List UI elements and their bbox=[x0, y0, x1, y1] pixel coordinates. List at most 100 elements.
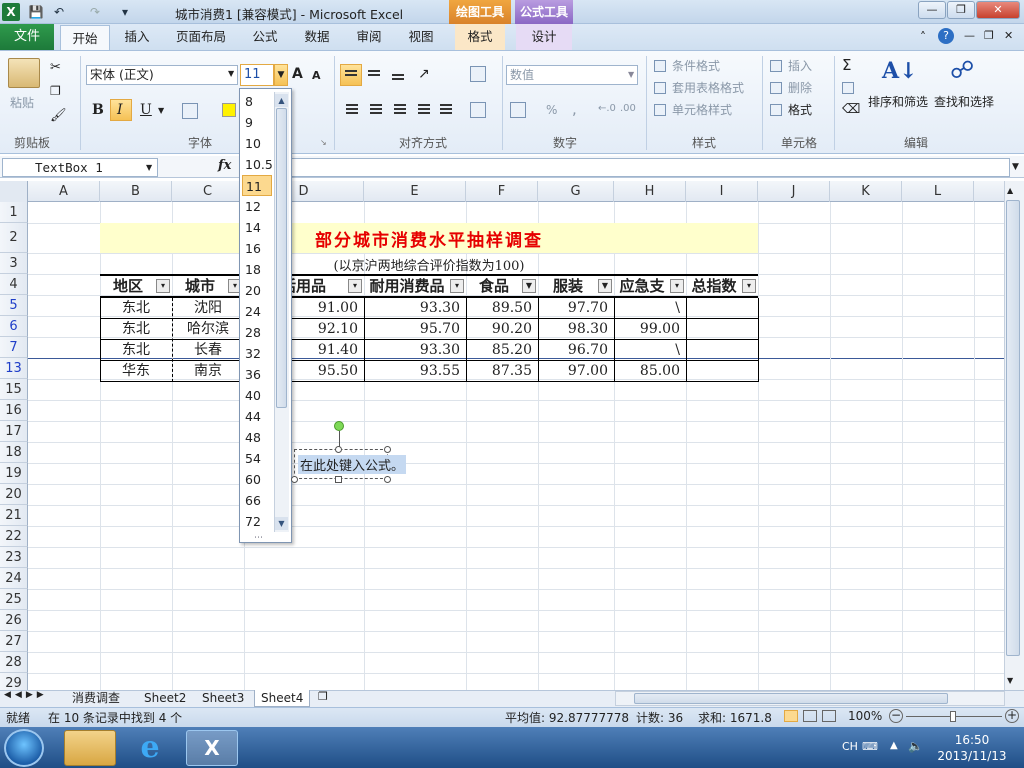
row-header[interactable]: 27 bbox=[0, 631, 28, 652]
expand-formula-bar-icon[interactable]: ▼ bbox=[1012, 162, 1019, 172]
font-size-option[interactable]: 18 bbox=[242, 259, 272, 280]
table-cell-city[interactable]: 长春 bbox=[172, 340, 244, 361]
name-box-dropdown-icon[interactable]: ▼ bbox=[146, 163, 152, 172]
cell-styles-button[interactable]: 单元格样式 bbox=[672, 101, 732, 118]
font-size-option[interactable]: 54 bbox=[242, 448, 272, 469]
excel-taskbar-icon[interactable]: X bbox=[186, 730, 238, 766]
table-cell-region[interactable]: 东北 bbox=[100, 340, 172, 361]
format-cells-button[interactable]: 格式 bbox=[788, 101, 812, 118]
conditional-format-button[interactable]: 条件格式 bbox=[672, 57, 720, 74]
sort-filter-button[interactable]: 排序和筛选 bbox=[868, 93, 928, 110]
horizontal-scroll-thumb[interactable] bbox=[634, 693, 948, 704]
table-header-cell[interactable]: 地区 bbox=[100, 275, 156, 297]
table-header-cell[interactable]: 食品 bbox=[466, 275, 522, 297]
font-size-option[interactable]: 32 bbox=[242, 343, 272, 364]
sheet-tab-sheet2[interactable]: Sheet2 bbox=[138, 690, 192, 707]
comma-button[interactable]: , bbox=[572, 100, 577, 118]
underline-button[interactable]: U bbox=[140, 102, 152, 118]
column-header[interactable]: J bbox=[758, 181, 830, 202]
row-header[interactable]: 28 bbox=[0, 652, 28, 673]
tab-review[interactable]: 审阅 bbox=[350, 24, 388, 50]
explorer-taskbar-icon[interactable] bbox=[64, 730, 116, 766]
column-header[interactable]: H bbox=[614, 181, 686, 202]
table-cell-e[interactable]: 93.30 bbox=[364, 340, 466, 361]
table-header-cell[interactable]: 耐用消费品 bbox=[364, 275, 450, 297]
row-header[interactable]: 18 bbox=[0, 442, 28, 463]
row-header[interactable]: 26 bbox=[0, 610, 28, 631]
format-cells-icon[interactable] bbox=[770, 102, 782, 116]
fill-color-icon[interactable] bbox=[222, 103, 236, 117]
filter-dropdown-icon[interactable]: ▼ bbox=[598, 279, 612, 293]
insert-cells-icon[interactable] bbox=[770, 58, 782, 72]
restore-button[interactable]: ❐ bbox=[947, 1, 975, 19]
autosum-button[interactable]: Σ bbox=[842, 56, 851, 74]
table-cell-g[interactable]: 97.00 bbox=[538, 361, 614, 382]
shrink-font-button[interactable]: A bbox=[312, 69, 321, 82]
zoom-out-icon[interactable]: − bbox=[889, 709, 903, 723]
decrease-indent-icon[interactable] bbox=[418, 104, 430, 106]
row-header[interactable]: 22 bbox=[0, 526, 28, 547]
windows-start-icon[interactable] bbox=[4, 729, 44, 767]
font-size-option[interactable]: 9 bbox=[242, 112, 272, 133]
format-painter-icon[interactable]: 🖌 bbox=[50, 108, 67, 123]
scroll-up-icon[interactable]: ▲ bbox=[275, 94, 288, 107]
filter-dropdown-icon[interactable]: ▾ bbox=[450, 279, 464, 293]
orientation-icon[interactable]: ↗ bbox=[418, 66, 430, 82]
insert-sheet-icon[interactable]: ❐ bbox=[318, 690, 336, 706]
row-header[interactable]: 1 bbox=[0, 202, 28, 223]
sheet-tab-sheet4[interactable]: Sheet4 bbox=[254, 690, 311, 707]
table-cell-h[interactable]: \ bbox=[614, 340, 686, 361]
increase-indent-icon[interactable] bbox=[440, 104, 452, 106]
font-size-option[interactable]: 11 bbox=[242, 175, 272, 196]
table-cell-city[interactable]: 南京 bbox=[172, 361, 244, 382]
column-header[interactable]: E bbox=[364, 181, 466, 202]
scroll-up-icon[interactable]: ▲ bbox=[1007, 186, 1013, 195]
delete-cells-icon[interactable] bbox=[770, 80, 782, 94]
collapse-ribbon-icon[interactable]: ˄ bbox=[920, 30, 926, 44]
paste-icon[interactable] bbox=[8, 58, 40, 88]
font-size-option[interactable]: 72 bbox=[242, 511, 272, 532]
font-size-scroll-thumb[interactable] bbox=[276, 108, 287, 408]
keyboard-icon[interactable]: ⌨ bbox=[862, 740, 878, 753]
font-name-combo[interactable]: 宋体 (正文) bbox=[86, 65, 238, 85]
font-size-input[interactable]: 11 bbox=[240, 64, 274, 86]
row-header[interactable]: 6 bbox=[0, 316, 28, 337]
table-cell-i[interactable] bbox=[686, 298, 758, 319]
align-right-icon[interactable] bbox=[394, 104, 406, 106]
row-header[interactable]: 7 bbox=[0, 337, 28, 358]
font-size-option[interactable]: 8 bbox=[242, 91, 272, 112]
tray-expand-icon[interactable]: ▲ bbox=[890, 740, 898, 751]
font-name-dropdown-icon[interactable]: ▼ bbox=[228, 69, 234, 78]
row-header[interactable]: 2 bbox=[0, 223, 28, 253]
format-as-table-icon[interactable] bbox=[654, 80, 666, 94]
table-cell-f[interactable]: 85.20 bbox=[466, 340, 538, 361]
workbook-minimize-icon[interactable]: — bbox=[964, 29, 975, 42]
font-size-option[interactable]: 10 bbox=[242, 133, 272, 154]
tab-file[interactable]: 文件 bbox=[0, 24, 54, 50]
workbook-restore-icon[interactable]: ❐ bbox=[984, 29, 994, 42]
row-header[interactable]: 24 bbox=[0, 568, 28, 589]
excel-app-icon[interactable]: X bbox=[2, 3, 20, 21]
resize-handle[interactable] bbox=[384, 476, 391, 483]
scroll-down-icon[interactable]: ▼ bbox=[275, 517, 288, 530]
table-cell-g[interactable]: 97.70 bbox=[538, 298, 614, 319]
font-size-option[interactable]: 12 bbox=[242, 196, 272, 217]
filter-dropdown-icon[interactable]: ▾ bbox=[742, 279, 756, 293]
font-size-dropdown-icon[interactable]: ▼ bbox=[274, 64, 288, 86]
font-size-option[interactable]: 66 bbox=[242, 490, 272, 511]
table-cell-f[interactable]: 87.35 bbox=[466, 361, 538, 382]
tab-data[interactable]: 数据 bbox=[298, 24, 336, 50]
table-cell-region[interactable]: 东北 bbox=[100, 298, 172, 319]
font-size-option[interactable]: 14 bbox=[242, 217, 272, 238]
insert-function-button[interactable]: fx bbox=[218, 158, 231, 173]
column-header[interactable]: G bbox=[538, 181, 614, 202]
wrap-text-icon[interactable] bbox=[470, 66, 486, 82]
align-bottom-icon[interactable] bbox=[392, 74, 404, 76]
sheet-title[interactable]: 部分城市消费水平抽样调查 bbox=[100, 226, 758, 251]
table-cell-g[interactable]: 96.70 bbox=[538, 340, 614, 361]
italic-button[interactable]: I bbox=[117, 102, 123, 118]
table-header-cell[interactable]: 服装 bbox=[538, 275, 598, 297]
table-cell-region[interactable]: 东北 bbox=[100, 319, 172, 340]
table-cell-h[interactable]: 99.00 bbox=[614, 319, 686, 340]
table-header-cell[interactable]: 应急支 bbox=[614, 275, 670, 297]
